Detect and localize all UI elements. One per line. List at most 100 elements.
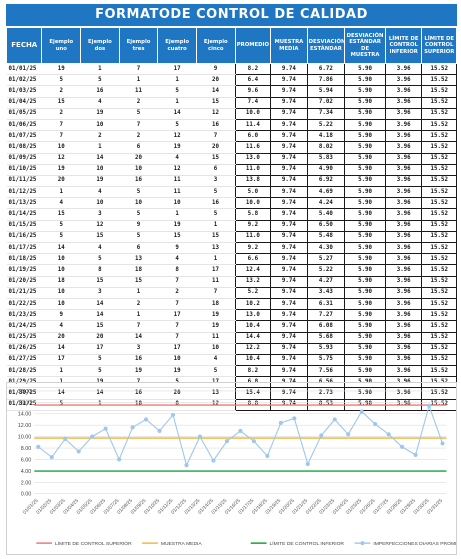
cell-limite-inferior[interactable]: 3.96 xyxy=(384,74,423,87)
cell-ejemplo-cinco[interactable]: 14 xyxy=(196,85,236,98)
cell-desviacion-estandar-muestra[interactable]: 5.90 xyxy=(344,353,386,367)
cell-desviacion-estandar-muestra[interactable]: 5.90 xyxy=(344,264,386,277)
cell-ejemplo-dos[interactable]: 15 xyxy=(80,276,120,288)
cell-desviacion-estandar-muestra[interactable]: 5.90 xyxy=(344,286,386,299)
cell-ejemplo-uno[interactable]: 19 xyxy=(41,164,81,176)
cell-fecha[interactable]: 01/19/25 xyxy=(6,264,42,277)
cell-promedio[interactable]: 5.0 xyxy=(234,186,272,199)
cell-fecha[interactable]: 01/17/25 xyxy=(6,242,42,255)
cell-ejemplo-dos[interactable]: 5 xyxy=(80,365,120,378)
cell-ejemplo-cinco[interactable]: 5 xyxy=(196,186,236,199)
cell-limite-inferior[interactable]: 3.96 xyxy=(384,85,423,98)
cell-limite-inferior[interactable]: 3.96 xyxy=(384,297,423,311)
cell-limite-superior[interactable]: 15.52 xyxy=(421,197,457,210)
cell-ejemplo-dos[interactable]: 5 xyxy=(80,74,120,87)
cell-desviacion-estandar-muestra[interactable]: 5.90 xyxy=(344,275,386,288)
cell-ejemplo-cinco[interactable]: 18 xyxy=(196,298,236,311)
cell-ejemplo-uno[interactable]: 12 xyxy=(41,153,81,165)
cell-ejemplo-tres[interactable]: 1 xyxy=(119,309,158,322)
cell-muestra-media[interactable]: 9.74 xyxy=(270,208,308,221)
cell-ejemplo-tres[interactable]: 7 xyxy=(119,320,158,333)
cell-ejemplo-cuatro[interactable]: 8 xyxy=(157,264,197,277)
cell-limite-inferior[interactable]: 3.96 xyxy=(384,118,423,132)
cell-ejemplo-cuatro[interactable]: 7 xyxy=(157,320,197,333)
cell-fecha[interactable]: 01/02/25 xyxy=(6,74,42,87)
cell-ejemplo-cinco[interactable]: 20 xyxy=(196,74,236,87)
cell-limite-superior[interactable]: 15.52 xyxy=(421,219,457,232)
cell-fecha[interactable]: 01/09/25 xyxy=(6,153,42,165)
cell-promedio[interactable]: 9.2 xyxy=(234,219,272,232)
column-header-ejemplo-uno[interactable]: Ejemplo uno xyxy=(41,27,82,64)
cell-fecha[interactable]: 01/20/25 xyxy=(6,276,42,288)
cell-promedio[interactable]: 6.0 xyxy=(234,130,272,143)
cell-limite-inferior[interactable]: 3.96 xyxy=(384,130,423,143)
cell-fecha[interactable]: 01/03/25 xyxy=(6,85,42,98)
cell-desviacion-estandar[interactable]: 5.94 xyxy=(306,85,346,98)
cell-desviacion-estandar-muestra[interactable]: 5.90 xyxy=(344,219,386,232)
cell-ejemplo-cinco[interactable]: 16 xyxy=(196,119,236,132)
cell-limite-superior[interactable]: 15.52 xyxy=(421,74,457,87)
cell-ejemplo-tres[interactable]: 16 xyxy=(119,175,158,188)
cell-ejemplo-dos[interactable]: 5 xyxy=(80,253,120,266)
cell-ejemplo-dos[interactable]: 4 xyxy=(80,186,120,199)
cell-limite-superior[interactable]: 15.52 xyxy=(421,62,457,76)
cell-ejemplo-dos[interactable]: 8 xyxy=(80,264,120,277)
cell-ejemplo-dos[interactable]: 12 xyxy=(80,220,120,232)
cell-desviacion-estandar[interactable]: 6.50 xyxy=(306,219,346,232)
cell-fecha[interactable]: 01/08/25 xyxy=(6,141,42,154)
cell-muestra-media[interactable]: 9.74 xyxy=(270,62,308,76)
cell-ejemplo-uno[interactable]: 10 xyxy=(41,298,81,311)
cell-promedio[interactable]: 12.4 xyxy=(234,264,272,277)
cell-desviacion-estandar[interactable]: 6.72 xyxy=(306,62,346,76)
cell-promedio[interactable]: 8.2 xyxy=(234,365,272,378)
cell-muestra-media[interactable]: 9.74 xyxy=(270,230,308,244)
cell-ejemplo-dos[interactable]: 5 xyxy=(80,354,120,367)
cell-ejemplo-dos[interactable]: 1 xyxy=(80,63,120,76)
cell-ejemplo-cinco[interactable]: 4 xyxy=(196,354,236,367)
cell-ejemplo-dos[interactable]: 17 xyxy=(80,343,120,355)
cell-ejemplo-tres[interactable]: 3 xyxy=(119,343,158,355)
cell-limite-superior[interactable]: 15.52 xyxy=(421,163,457,176)
cell-promedio[interactable]: 10.0 xyxy=(234,197,272,210)
cell-desviacion-estandar[interactable]: 4.69 xyxy=(306,186,346,199)
cell-fecha[interactable]: 01/04/25 xyxy=(6,97,42,109)
cell-ejemplo-cuatro[interactable]: 1 xyxy=(157,208,197,221)
cell-ejemplo-cuatro[interactable]: 4 xyxy=(157,253,197,266)
cell-desviacion-estandar-muestra[interactable]: 5.90 xyxy=(344,174,386,188)
cell-desviacion-estandar-muestra[interactable]: 5.90 xyxy=(344,96,386,109)
cell-fecha[interactable]: 01/25/25 xyxy=(6,332,42,344)
cell-desviacion-estandar-muestra[interactable]: 5.90 xyxy=(344,74,386,87)
cell-ejemplo-tres[interactable]: 2 xyxy=(119,97,158,109)
cell-promedio[interactable]: 5.2 xyxy=(234,286,272,299)
cell-ejemplo-tres[interactable]: 11 xyxy=(119,85,158,98)
cell-promedio[interactable]: 6.6 xyxy=(234,253,272,266)
cell-ejemplo-tres[interactable]: 1 xyxy=(119,74,158,87)
cell-ejemplo-dos[interactable]: 14 xyxy=(80,309,120,322)
cell-limite-inferior[interactable]: 3.96 xyxy=(384,353,423,367)
cell-muestra-media[interactable]: 9.74 xyxy=(270,241,308,255)
cell-limite-inferior[interactable]: 3.96 xyxy=(384,107,423,120)
cell-ejemplo-tres[interactable]: 1 xyxy=(119,287,158,299)
cell-desviacion-estandar-muestra[interactable]: 5.90 xyxy=(344,107,386,120)
cell-muestra-media[interactable]: 9.74 xyxy=(270,297,308,311)
cell-desviacion-estandar[interactable]: 7.02 xyxy=(306,96,346,109)
cell-ejemplo-cuatro[interactable]: 12 xyxy=(157,164,197,176)
cell-promedio[interactable]: 7.4 xyxy=(234,96,272,109)
cell-muestra-media[interactable]: 9.74 xyxy=(270,253,308,266)
cell-limite-superior[interactable]: 15.52 xyxy=(421,152,457,165)
cell-promedio[interactable]: 11.0 xyxy=(234,163,272,176)
cell-desviacion-estandar[interactable]: 5.75 xyxy=(306,353,346,367)
cell-ejemplo-tres[interactable]: 5 xyxy=(119,108,158,120)
cell-ejemplo-cuatro[interactable]: 19 xyxy=(157,141,197,154)
cell-muestra-media[interactable]: 9.74 xyxy=(270,163,308,176)
cell-desviacion-estandar-muestra[interactable]: 5.90 xyxy=(344,85,386,98)
cell-fecha[interactable]: 01/18/25 xyxy=(6,253,42,266)
cell-fecha[interactable]: 01/15/25 xyxy=(6,220,42,232)
cell-desviacion-estandar[interactable]: 5.48 xyxy=(306,230,346,244)
cell-promedio[interactable]: 12.2 xyxy=(234,342,272,355)
cell-desviacion-estandar-muestra[interactable]: 5.90 xyxy=(344,320,386,333)
cell-muestra-media[interactable]: 9.74 xyxy=(270,309,308,322)
cell-ejemplo-cuatro[interactable]: 1 xyxy=(157,74,197,87)
cell-limite-superior[interactable]: 15.52 xyxy=(421,365,457,378)
cell-ejemplo-tres[interactable]: 16 xyxy=(119,354,158,367)
